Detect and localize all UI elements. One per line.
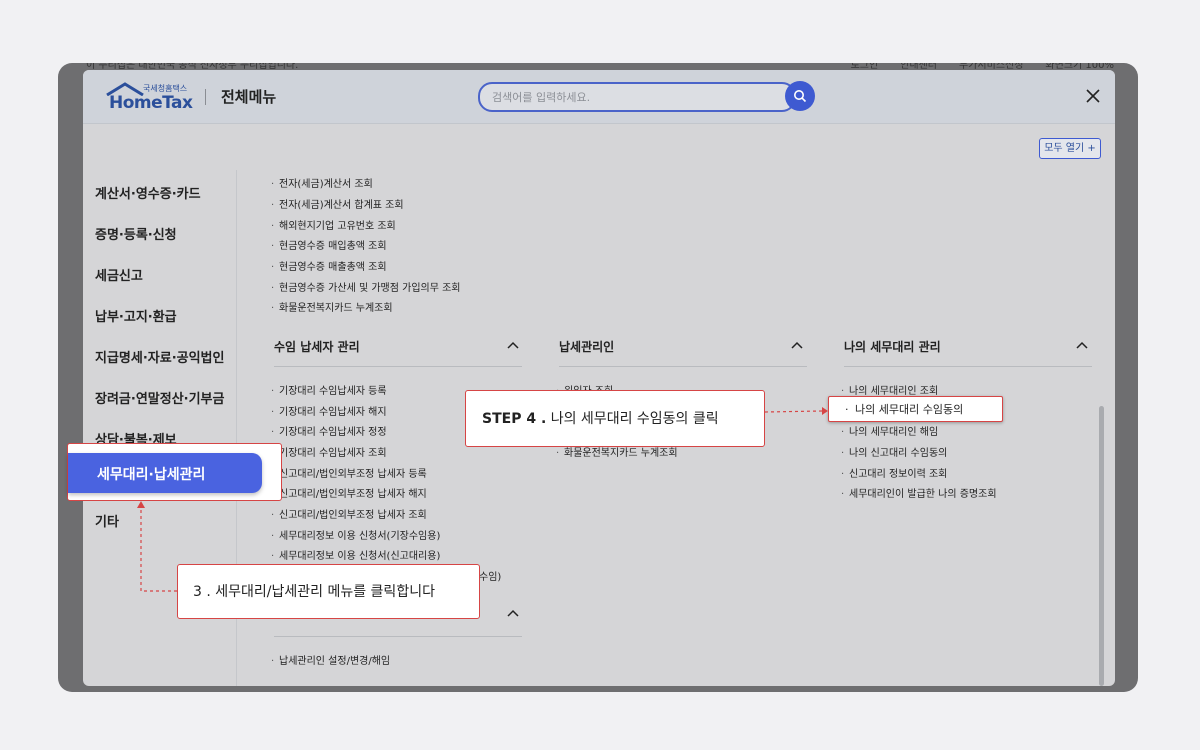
link-filing-consent[interactable]: 나의 신고대리 수임동의 [841,444,947,459]
link-my-agent-view[interactable]: 나의 세무대리인 조회 [841,382,938,397]
sidebar-item-certificate[interactable]: 증명·등록·신청 [95,224,177,243]
section-divider [844,366,1092,367]
step4-label: STEP 4 . [482,411,547,427]
step4-callout: STEP 4 . 나의 세무대리 수임동의 클릭 [465,390,765,447]
header-divider [205,89,206,105]
expand-all-button[interactable]: 모두 열기 + [1039,138,1101,159]
link-my-agent-consent[interactable]: 나의 세무대리 수임동의 [845,401,963,417]
link-foreign-id[interactable]: 해외현지기업 고유번호 조회 [271,217,396,232]
sidebar-item-invoice[interactable]: 계산서·영수증·카드 [95,183,201,202]
chevron-up-icon[interactable] [507,341,519,349]
step4-text: 나의 세무대리 수임동의 클릭 [550,411,719,427]
link-filing-history[interactable]: 신고대리 정보이력 조회 [841,465,947,480]
link-cash-penalty[interactable]: 현금영수증 가산세 및 가맹점 가입의무 조회 [271,279,461,294]
logo-name: HomeTax [109,93,193,113]
chevron-up-icon[interactable] [507,609,519,617]
step3-text: 3 . 세무대리/납세관리 메뉴를 클릭합니다 [193,584,435,600]
link-my-agent-dismiss[interactable]: 나의 세무대리인 해임 [841,423,938,438]
menu-header: 국세청홈택스 HomeTax 전체메뉴 검색어를 입력하세요. [83,70,1115,124]
link-client-register[interactable]: 기장대리 수임납세자 등록 [271,382,387,397]
sidebar-item-other[interactable]: 기타 [95,511,119,530]
chevron-up-icon[interactable] [1076,341,1088,349]
link-info-request-bookkeeping[interactable]: 세무대리정보 이용 신청서(기장수임용) [271,527,440,542]
link-truncated[interactable]: 수임) [479,568,501,583]
sidebar-item-statement[interactable]: 지급명세·자료·공익법인 [95,347,224,366]
link-client-edit[interactable]: 기장대리 수임납세자 정정 [271,423,387,438]
link-cash-sales[interactable]: 현금영수증 매출총액 조회 [271,258,387,273]
section-divider [274,366,522,367]
hometax-logo[interactable]: 국세청홈택스 HomeTax [105,82,193,114]
search-placeholder: 검색어를 입력하세요. [492,91,591,104]
close-icon[interactable] [1084,87,1102,105]
search-icon [794,90,807,103]
link-manager-setting[interactable]: 납세관리인 설정/변경/해임 [271,652,390,667]
search-button[interactable] [785,81,815,111]
section-divider [559,366,807,367]
link-client-cancel[interactable]: 기장대리 수임납세자 해지 [271,403,387,418]
section-title-my-agent: 나의 세무대리 관리 [844,340,941,354]
sidebar-item-incentive[interactable]: 장려금·연말정산·기부금 [95,388,224,407]
link-agent-certificates[interactable]: 세무대리인이 발급한 나의 증명조회 [841,485,997,500]
link-agent-view[interactable]: 신고대리/법인외부조정 납세자 조회 [271,506,427,521]
page-title: 전체메뉴 [221,88,277,106]
chevron-up-icon[interactable] [791,341,803,349]
link-e-invoice[interactable]: 전자(세금)계산서 조회 [271,175,373,190]
link-info-request-filing[interactable]: 세무대리정보 이용 신청서(신고대리용) [271,547,440,562]
link-cash-purchase[interactable]: 현금영수증 매입총액 조회 [271,237,387,252]
step3-callout: 3 . 세무대리/납세관리 메뉴를 클릭합니다 [177,564,480,619]
section-title-client: 수임 납세자 관리 [274,340,360,354]
search-input[interactable]: 검색어를 입력하세요. [478,82,796,112]
link-client-view[interactable]: 기장대리 수임납세자 조회 [271,444,387,459]
link-agent-cancel[interactable]: 신고대리/법인외부조정 납세자 해지 [271,485,427,500]
section-divider [274,636,522,637]
sidebar-item-payment[interactable]: 납부·고지·환급 [95,306,177,325]
link-cargo-card[interactable]: 화물운전복지카드 누계조회 [271,299,393,314]
sidebar-item-tax-return[interactable]: 세금신고 [95,265,143,284]
scrollbar[interactable] [1099,406,1104,686]
section-title-manager: 납세관리인 [559,340,615,354]
link-e-invoice-summary[interactable]: 전자(세금)계산서 합계표 조회 [271,196,404,211]
sidebar-item-tax-agent-label: 세무대리·납세관리 [97,467,206,483]
link-agent-register[interactable]: 신고대리/법인외부조정 납세자 등록 [271,465,427,480]
